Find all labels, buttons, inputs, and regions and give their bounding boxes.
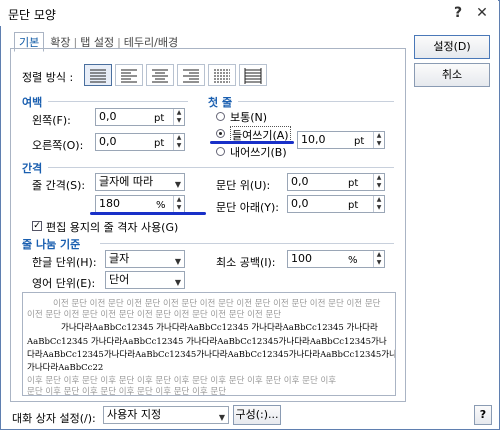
spin-arrows-icon[interactable]: ▲ ▼ (173, 134, 184, 150)
line-spacing-label: 줄 간격(S): (32, 179, 86, 192)
dropdown-arrow-icon: ▼ (174, 257, 181, 266)
korean-unit-value: 글자 (109, 252, 130, 265)
radio-outdent-label[interactable]: 내어쓰기(B) (230, 144, 287, 160)
first-line-section-title: 첫 줄 (208, 96, 233, 109)
spin-arrows-icon[interactable]: ▲ ▼ (373, 174, 384, 190)
space-below-label: 문단 아래(Y): (216, 201, 279, 214)
space-below-value: 0,0 (291, 197, 309, 210)
radio-normal-label[interactable]: 보통(N) (230, 109, 267, 125)
margin-left-unit: pt (154, 113, 165, 124)
english-unit-label: 영어 단위(E): (32, 277, 96, 290)
align-divide-icon (244, 68, 262, 84)
min-space-field[interactable]: 100 % ▲ ▼ (287, 250, 385, 268)
korean-unit-label: 한글 단위(H): (32, 256, 97, 269)
align-left-icon (121, 69, 137, 83)
config-button[interactable]: 구성(:)... (233, 405, 281, 425)
dropdown-arrow-icon: ▼ (174, 278, 181, 287)
ok-button[interactable]: 설정(D) (414, 35, 490, 59)
spin-arrows-icon[interactable]: ▲ ▼ (373, 196, 384, 212)
divider (48, 167, 394, 168)
min-space-label: 최소 공백(I): (216, 256, 276, 269)
align-right-icon (183, 69, 199, 83)
align-right-button[interactable] (177, 64, 205, 86)
space-above-label: 문단 위(U): (216, 179, 271, 192)
line-spacing-value-field[interactable]: 180 % ▲ ▼ (95, 195, 185, 213)
spin-arrows-icon[interactable]: ▲ ▼ (373, 132, 384, 148)
spin-arrows-icon[interactable]: ▲ ▼ (173, 196, 184, 212)
korean-unit-select[interactable]: 글자 ▼ (105, 250, 185, 268)
align-divide-button[interactable] (239, 64, 267, 86)
preview-before-line: 이전 문단 이전 문단 이전 문단 이전 문단 이전 문단 이전 문단 이전 문… (27, 310, 282, 320)
margin-left-field[interactable]: 0,0 pt ▲ ▼ (95, 108, 185, 126)
space-above-unit: pt (348, 178, 359, 189)
window-title: 문단 모양 (8, 8, 56, 22)
align-justify-icon (90, 69, 106, 83)
preview-after-line: 문단 이후 문단 이후 문단 이후 문단 이후 문단 이후 문단 (27, 387, 227, 396)
align-justify-button[interactable] (84, 64, 112, 86)
margin-right-field[interactable]: 0,0 pt ▲ ▼ (95, 133, 185, 151)
divider (100, 243, 394, 244)
space-below-unit: pt (348, 200, 359, 211)
first-line-field[interactable]: 10,0 pt ▲ ▼ (297, 131, 385, 149)
help-button[interactable]: ? (474, 405, 492, 425)
cancel-button[interactable]: 취소 (414, 63, 490, 87)
space-above-field[interactable]: 0,0 pt ▲ ▼ (287, 173, 385, 191)
first-line-value: 10,0 (301, 133, 326, 146)
align-label: 정렬 방식 : (22, 71, 74, 84)
align-left-button[interactable] (115, 64, 143, 86)
line-spacing-type-select[interactable]: 글자에 따라 ▼ (95, 173, 185, 191)
divider (238, 101, 394, 102)
preview-body-line: 가나다라AaBbCc22 (27, 363, 104, 373)
title-bar: 문단 모양 ? ✕ (0, 0, 498, 26)
preview-box: 이전 문단 이전 문단 이전 문단 이전 문단 이전 문단 이전 문단 이전 문… (22, 292, 396, 396)
spin-arrows-icon[interactable]: ▲ ▼ (373, 251, 384, 267)
dropdown-arrow-icon: ▼ (218, 413, 225, 422)
align-center-icon (152, 69, 168, 83)
dialog-settings-value: 사용자 지정 (107, 408, 162, 421)
grid-checkbox-label[interactable]: 편집 용지의 줄 격자 사용(G) (46, 219, 178, 235)
english-unit-value: 단어 (109, 273, 130, 286)
radio-outdent[interactable] (216, 147, 225, 156)
margin-left-value: 0,0 (99, 110, 117, 123)
annotation-underline-indent (210, 141, 294, 144)
radio-indent[interactable] (216, 129, 225, 138)
margin-left-label: 왼쪽(F): (32, 114, 71, 127)
space-below-field[interactable]: 0,0 pt ▲ ▼ (287, 195, 385, 213)
space-above-value: 0,0 (291, 175, 309, 188)
dropdown-arrow-icon: ▼ (174, 180, 181, 189)
align-distribute-button[interactable] (208, 64, 236, 86)
dialog-settings-label: 대화 상자 설정(/): (12, 412, 96, 425)
help-title-button[interactable]: ? (448, 3, 468, 23)
spin-arrows-icon[interactable]: ▲ ▼ (173, 109, 184, 125)
align-center-button[interactable] (146, 64, 174, 86)
first-line-unit: pt (354, 136, 365, 147)
preview-body-line: 다라AaBbCc12345가나다라AaBbCc12345가나다라AaBbCc12… (27, 350, 396, 360)
radio-normal[interactable] (216, 112, 225, 121)
margin-right-unit: pt (154, 138, 165, 149)
margin-section-title: 여백 (22, 96, 43, 109)
align-distribute-icon (214, 69, 230, 83)
line-break-section-title: 줄 나눔 기준 (22, 238, 81, 251)
annotation-underline-spacing (90, 212, 206, 215)
dialog-settings-select[interactable]: 사용자 지정 ▼ (103, 406, 229, 424)
close-icon[interactable]: ✕ (472, 3, 492, 23)
min-space-value: 100 (291, 252, 312, 265)
divider (48, 101, 188, 102)
line-spacing-value: 180 (99, 197, 120, 210)
preview-body-line: AaBbCc12345 가나다라AaBbCc12345 가나다라AaBbCc12… (27, 337, 387, 347)
margin-right-label: 오른쪽(O): (32, 139, 84, 152)
grid-checkbox[interactable]: ✓ (32, 221, 42, 231)
line-spacing-type-value: 글자에 따라 (99, 175, 154, 188)
min-space-unit: % (348, 255, 358, 266)
preview-body-line: 가나다라AaBbCc12345 가나다라AaBbCc12345 가나다라AaBb… (61, 323, 378, 333)
english-unit-select[interactable]: 단어 ▼ (105, 271, 185, 289)
margin-right-value: 0,0 (99, 135, 117, 148)
spacing-section-title: 간격 (22, 162, 43, 175)
